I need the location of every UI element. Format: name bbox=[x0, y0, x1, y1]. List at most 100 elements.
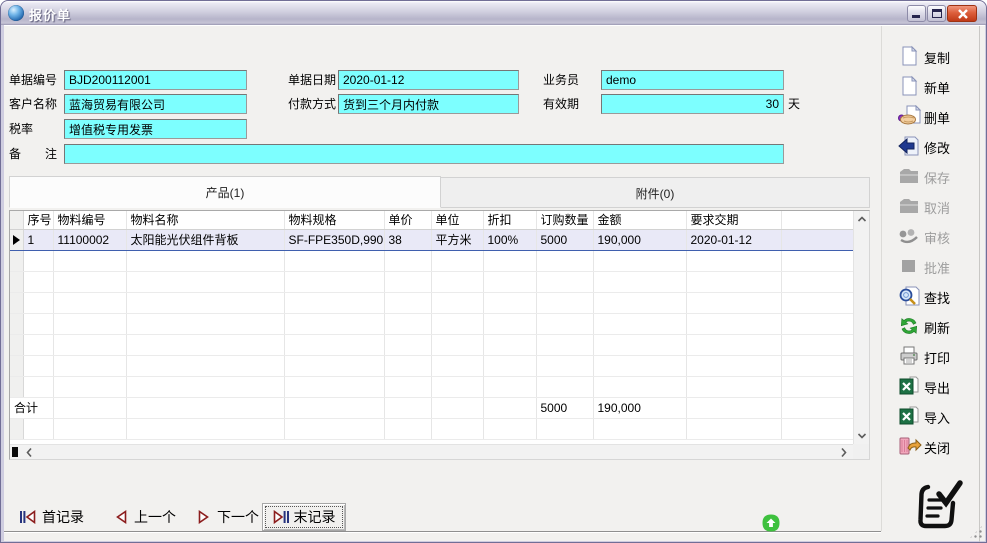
last-record-label: 末记录 bbox=[294, 509, 336, 525]
cell-seq[interactable]: 1 bbox=[23, 229, 53, 250]
col-item-name[interactable]: 物料名称 bbox=[126, 211, 284, 229]
items-tbody: 1 11100002 太阳能光伏组件背板 SF-FPE350D,990 38 平… bbox=[10, 229, 853, 439]
resize-grip[interactable] bbox=[969, 525, 983, 539]
copy-icon bbox=[898, 45, 920, 67]
row-indicator-cell bbox=[10, 229, 23, 250]
remark-field[interactable] bbox=[64, 144, 784, 164]
minimize-button[interactable] bbox=[907, 5, 926, 22]
prev-record-label: 上一个 bbox=[134, 509, 176, 525]
find-button[interactable]: 查找 bbox=[890, 284, 982, 308]
doc-no-field[interactable] bbox=[64, 70, 247, 90]
cell-amount[interactable]: 190,000 bbox=[593, 229, 686, 250]
cell-discount[interactable]: 100% bbox=[483, 229, 536, 250]
last-record-icon bbox=[273, 510, 290, 524]
first-record-button[interactable]: 首记录 bbox=[19, 505, 84, 529]
col-item-code[interactable]: 物料编号 bbox=[53, 211, 126, 229]
col-delivery-date[interactable]: 要求交期 bbox=[686, 211, 781, 229]
find-icon bbox=[898, 285, 920, 307]
refresh-icon bbox=[898, 315, 920, 337]
import-button-label: 导入 bbox=[924, 408, 950, 427]
modify-button[interactable]: 修改 bbox=[890, 134, 982, 158]
customer-label: 客户名称 bbox=[9, 94, 57, 114]
next-record-button[interactable]: 下一个 bbox=[197, 505, 259, 529]
doc-date-field[interactable] bbox=[338, 70, 519, 90]
tab-products[interactable]: 产品(1) bbox=[9, 176, 441, 208]
validity-field[interactable] bbox=[601, 94, 784, 114]
total-amount-cell: 190,000 bbox=[593, 397, 686, 418]
customer-field[interactable] bbox=[64, 94, 247, 114]
table-row-selected[interactable]: 1 11100002 太阳能光伏组件背板 SF-FPE350D,990 38 平… bbox=[10, 229, 853, 250]
print-icon bbox=[898, 345, 920, 367]
col-seq[interactable]: 序号 bbox=[23, 211, 53, 229]
status-green-icon bbox=[761, 513, 781, 533]
prev-record-button[interactable]: 上一个 bbox=[114, 505, 176, 529]
col-amount[interactable]: 金额 bbox=[593, 211, 686, 229]
copy-button-label: 复制 bbox=[924, 48, 950, 67]
validity-label: 有效期 bbox=[543, 94, 579, 114]
cell-unit-price[interactable]: 38 bbox=[384, 229, 431, 250]
cell-qty[interactable]: 5000 bbox=[536, 229, 593, 250]
scroll-left-icon[interactable] bbox=[22, 445, 37, 460]
tax-field[interactable] bbox=[64, 119, 247, 139]
titlebar[interactable]: 报价单 bbox=[1, 1, 986, 25]
prev-record-icon bbox=[114, 510, 128, 524]
delete-button[interactable]: 删单 bbox=[890, 104, 982, 128]
col-spec[interactable]: 物料规格 bbox=[284, 211, 384, 229]
items-table: 序号 物料编号 物料名称 物料规格 单价 单位 折扣 订购数量 金额 要求交期 bbox=[10, 211, 854, 440]
cell-spec[interactable]: SF-FPE350D,990 bbox=[284, 229, 384, 250]
save-button: 保存 bbox=[890, 164, 982, 188]
table-empty-row bbox=[10, 334, 853, 355]
last-record-button[interactable]: 末记录 bbox=[262, 503, 346, 531]
items-grid: 序号 物料编号 物料名称 物料规格 单价 单位 折扣 订购数量 金额 要求交期 bbox=[9, 210, 870, 460]
cell-unit[interactable]: 平方米 bbox=[431, 229, 483, 250]
scroll-up-icon[interactable] bbox=[854, 212, 870, 227]
copy-button[interactable]: 复制 bbox=[890, 44, 982, 68]
col-qty[interactable]: 订购数量 bbox=[536, 211, 593, 229]
modify-button-label: 修改 bbox=[924, 138, 950, 157]
current-row-marker-icon bbox=[13, 235, 20, 245]
col-unit[interactable]: 单位 bbox=[431, 211, 483, 229]
cell-item-code[interactable]: 11100002 bbox=[53, 229, 126, 250]
close-form-button-label: 关闭 bbox=[924, 438, 950, 457]
hscroll-thumb[interactable] bbox=[12, 447, 18, 457]
table-empty-row bbox=[10, 313, 853, 334]
vertical-scrollbar[interactable] bbox=[853, 211, 869, 444]
import-excel-icon bbox=[898, 405, 920, 427]
refresh-button[interactable]: 刷新 bbox=[890, 314, 982, 338]
remark-label: 备 注 bbox=[9, 144, 57, 164]
window-title: 报价单 bbox=[29, 5, 71, 24]
maximize-icon bbox=[932, 9, 942, 18]
approve-icon bbox=[898, 255, 920, 277]
approve-button-label: 批准 bbox=[924, 258, 950, 277]
audit-button: 审核 bbox=[890, 224, 982, 248]
close-form-button[interactable]: 关闭 bbox=[890, 434, 982, 458]
salesman-field[interactable] bbox=[601, 70, 784, 90]
scroll-down-icon[interactable] bbox=[854, 428, 870, 443]
payment-field[interactable] bbox=[338, 94, 519, 114]
tab-attachments[interactable]: 附件(0) bbox=[440, 177, 870, 208]
horizontal-scrollbar[interactable] bbox=[10, 444, 853, 459]
import-button[interactable]: 导入 bbox=[890, 404, 982, 428]
next-record-icon bbox=[197, 510, 211, 524]
col-unit-price[interactable]: 单价 bbox=[384, 211, 431, 229]
save-button-label: 保存 bbox=[924, 168, 950, 187]
approve-button: 批准 bbox=[890, 254, 982, 278]
maximize-button[interactable] bbox=[927, 5, 946, 22]
find-button-label: 查找 bbox=[924, 288, 950, 307]
col-indicator bbox=[10, 211, 23, 229]
cancel-icon bbox=[898, 195, 920, 217]
cell-item-name[interactable]: 太阳能光伏组件背板 bbox=[126, 229, 284, 250]
window: 报价单 单据编号 单据日期 业务员 客户名称 付款方式 有效期 天 税率 备 注… bbox=[0, 0, 987, 543]
scroll-right-icon[interactable] bbox=[836, 445, 851, 460]
export-button[interactable]: 导出 bbox=[890, 374, 982, 398]
doc-no-label: 单据编号 bbox=[9, 70, 57, 90]
print-button[interactable]: 打印 bbox=[890, 344, 982, 368]
new-button[interactable]: 新单 bbox=[890, 74, 982, 98]
cell-delivery-date[interactable]: 2020-01-12 bbox=[686, 229, 781, 250]
client-area: 单据编号 单据日期 业务员 客户名称 付款方式 有效期 天 税率 备 注 产品(… bbox=[4, 25, 985, 541]
close-button[interactable] bbox=[947, 5, 977, 22]
audit-icon bbox=[898, 225, 920, 247]
export-button-label: 导出 bbox=[924, 378, 950, 397]
col-discount[interactable]: 折扣 bbox=[483, 211, 536, 229]
next-record-label: 下一个 bbox=[217, 509, 259, 525]
